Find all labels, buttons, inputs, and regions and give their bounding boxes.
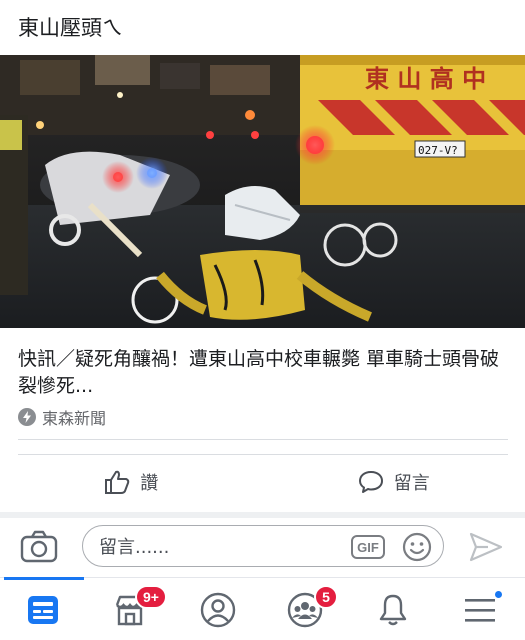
menu-notification-dot (493, 589, 504, 600)
comment-input[interactable] (99, 535, 339, 559)
bus-sign-text: 東 山 高 中 (365, 65, 486, 93)
tab-profile[interactable] (175, 578, 261, 640)
send-icon (469, 532, 503, 562)
gif-button[interactable]: GIF (351, 535, 385, 559)
comment-icon (358, 471, 383, 493)
news-feed-icon (28, 595, 58, 624)
comment-label: 留言 (393, 473, 430, 494)
camera-button[interactable] (20, 530, 58, 564)
emoji-button[interactable] (401, 531, 433, 563)
bus-plate-text: 027-V? (418, 144, 458, 157)
bottom-tab-bar: 9+ 5 (0, 577, 525, 640)
link-title[interactable]: 快訊／疑死角釀禍！遭東山高中校車輾斃 單車騎士頭骨破裂慘死... (18, 346, 513, 400)
lightning-icon (18, 408, 36, 426)
link-source-name: 東森新聞 (42, 409, 107, 428)
post-actions: 讚 留言 (0, 462, 525, 502)
link-source: 東森新聞 (18, 405, 106, 429)
marketplace-badge: 9+ (135, 585, 167, 609)
tab-marketplace[interactable]: 9+ (87, 578, 173, 640)
thumbs-up-icon (105, 470, 130, 494)
accident-scene-photo: 東 山 高 中 027-V? (0, 55, 525, 328)
link-preview-image[interactable]: 東 山 高 中 027-V? (0, 55, 525, 328)
tab-news-feed[interactable] (0, 577, 86, 640)
comment-button[interactable]: 留言 (263, 462, 525, 502)
send-button[interactable] (468, 531, 504, 563)
tab-menu[interactable] (437, 578, 523, 640)
tab-notifications[interactable] (350, 578, 436, 640)
like-label: 讚 (140, 473, 159, 494)
tab-groups[interactable]: 5 (262, 578, 348, 640)
bell-icon (379, 594, 407, 625)
comment-composer: GIF (0, 518, 525, 576)
profile-icon (200, 592, 236, 627)
camera-icon (20, 530, 58, 563)
divider (18, 454, 508, 455)
groups-badge: 5 (314, 585, 338, 609)
post-text: 東山壓頭ㄟ (18, 16, 123, 40)
menu-icon (465, 598, 495, 622)
smiley-icon (402, 532, 432, 562)
comment-box: GIF (82, 525, 444, 567)
like-button[interactable]: 讚 (0, 462, 263, 502)
active-tab-indicator (4, 577, 84, 580)
divider (18, 439, 508, 440)
